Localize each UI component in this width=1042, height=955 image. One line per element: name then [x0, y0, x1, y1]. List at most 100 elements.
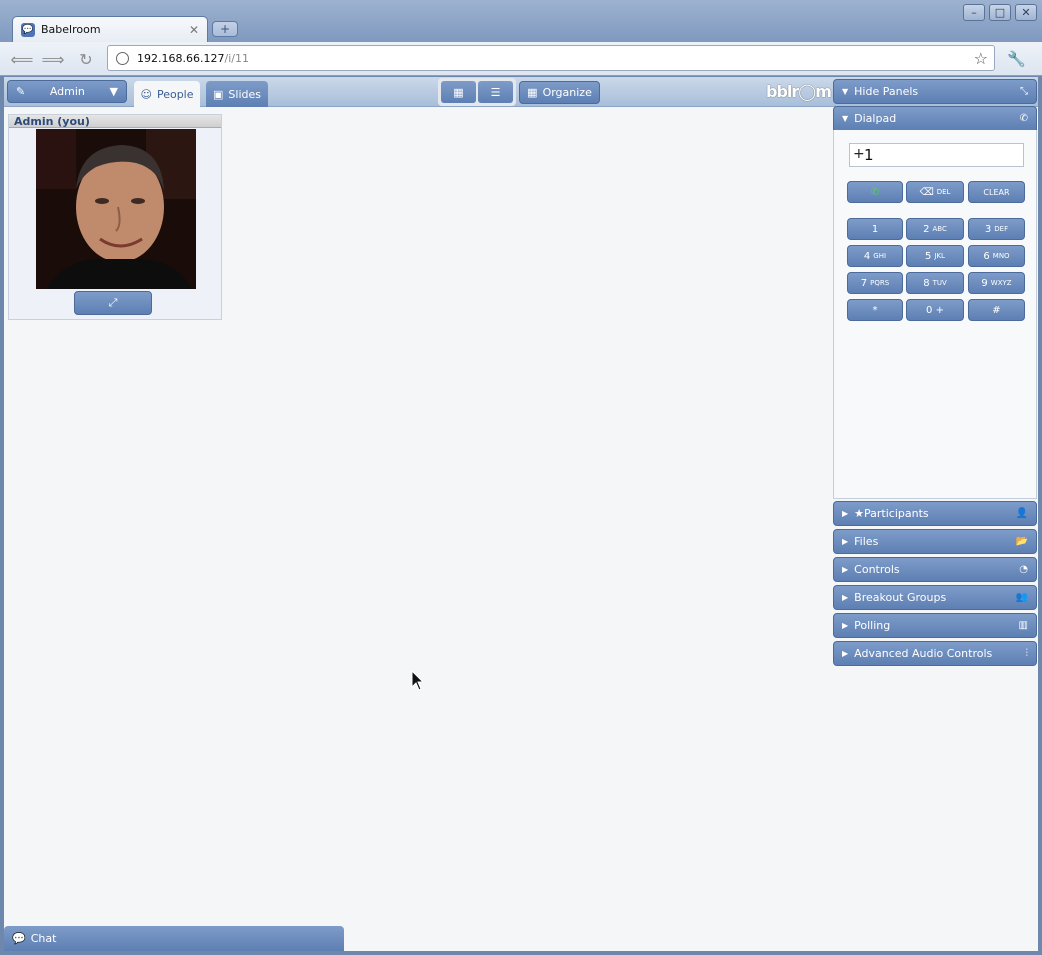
- call-button[interactable]: ✆: [847, 181, 903, 203]
- page-content: ✎ Admin ▼ ☺ People ▣ Slides ▦ ☰ ▦ Organi…: [4, 77, 1038, 951]
- dialpad-header[interactable]: ▼ Dialpad ✆: [833, 106, 1037, 131]
- dashboard-icon: ◔: [1019, 564, 1028, 575]
- dial-number-value: 1: [864, 146, 874, 164]
- sliders-icon: ⫶: [1025, 648, 1029, 659]
- maximize-button[interactable]: □: [989, 4, 1011, 21]
- forward-icon[interactable]: ⟹: [42, 49, 65, 69]
- participants-header[interactable]: ▶ ★Participants 👤: [833, 501, 1037, 526]
- new-tab-button[interactable]: +: [212, 21, 238, 37]
- reload-icon[interactable]: ↻: [75, 49, 97, 69]
- dialpad-panel: + 1 ✆ ⌫ DEL CLEAR 1 2 ABC 3 DEF 4 GHI 5 JKL 6 MNO 7…: [833, 130, 1037, 499]
- organize-grid-icon: ▦: [527, 86, 538, 99]
- organize-button[interactable]: ▦ Organize: [519, 81, 600, 104]
- dialpad-key[interactable]: 3 DEF: [968, 218, 1025, 240]
- dialpad-key-letters: TUV: [932, 279, 947, 287]
- grid-view-icon[interactable]: ▦: [441, 81, 476, 103]
- dialpad-label: Dialpad: [854, 112, 897, 125]
- dialpad-key[interactable]: 5 JKL: [906, 245, 964, 267]
- dialpad-key[interactable]: 9 WXYZ: [968, 272, 1025, 294]
- wrench-icon[interactable]: 🔧: [1007, 50, 1026, 68]
- tab-close-icon[interactable]: ✕: [189, 23, 199, 37]
- list-view-icon[interactable]: ☰: [478, 81, 513, 103]
- participants-label: Participants: [864, 507, 929, 520]
- dialpad-key-digit: *: [872, 304, 878, 316]
- participant-left-button[interactable]: [75, 292, 100, 314]
- polling-header[interactable]: ▶ Polling ▥: [833, 613, 1037, 638]
- clear-label: CLEAR: [983, 187, 1010, 197]
- browser-titlebar: 💬 Babelroom ✕ + – □ ✕: [0, 0, 1042, 42]
- dialpad-key-digit: 7: [860, 277, 868, 289]
- call-phone-icon: ✆: [870, 186, 880, 198]
- bar-chart-icon: ▥: [1018, 620, 1028, 631]
- dialpad-key-letters: GHI: [873, 252, 887, 260]
- backspace-icon: ⌫: [919, 186, 934, 198]
- dialpad-key[interactable]: 7 PQRS: [847, 272, 903, 294]
- phone-icon: ✆: [1019, 113, 1028, 124]
- tab-title: Babelroom: [41, 23, 101, 36]
- advanced-audio-label: Advanced Audio Controls: [854, 647, 993, 660]
- dialpad-key[interactable]: 0 +: [906, 299, 964, 321]
- url-host: 192.168.66.127: [137, 51, 225, 65]
- bookmark-star-icon[interactable]: ☆: [974, 49, 988, 68]
- url-path: /i/11: [224, 51, 249, 65]
- dialpad-key-digit: 3: [984, 223, 992, 235]
- dialpad-key[interactable]: 8 TUV: [906, 272, 964, 294]
- star-icon: ★: [854, 507, 865, 520]
- participant-video: [36, 129, 196, 289]
- person-icon: ☺: [140, 87, 152, 101]
- dialpad-key-letters: WXYZ: [990, 279, 1012, 287]
- caret-right-icon: ▶: [842, 649, 849, 658]
- participant-right-button[interactable]: [126, 292, 151, 314]
- dialpad-key-digit: 5: [925, 250, 932, 262]
- dial-number-input[interactable]: + 1: [849, 143, 1024, 167]
- dial-prefix: +: [853, 146, 865, 162]
- dialpad-key-digit: 8: [923, 277, 930, 289]
- advanced-audio-header[interactable]: ▶ Advanced Audio Controls ⫶: [833, 641, 1037, 666]
- admin-menu-label: Admin: [49, 85, 85, 98]
- tab-people[interactable]: ☺ People: [134, 81, 200, 107]
- tab-slides[interactable]: ▣ Slides: [206, 81, 268, 107]
- dialpad-key[interactable]: #: [968, 299, 1025, 321]
- delete-button[interactable]: ⌫ DEL: [906, 181, 964, 203]
- dialpad-key-digit: 6: [983, 250, 990, 262]
- address-bar[interactable]: o 192.168.66.127/i/11 ☆: [107, 45, 995, 71]
- caret-right-icon: ▶: [842, 593, 849, 602]
- files-header[interactable]: ▶ Files 📂: [833, 529, 1037, 554]
- dialpad-key[interactable]: 1: [847, 218, 903, 240]
- back-icon[interactable]: ⟸: [11, 49, 34, 69]
- tab-slides-label: Slides: [228, 87, 261, 101]
- controls-header[interactable]: ▶ Controls ◔: [833, 557, 1037, 582]
- hide-panels-header[interactable]: ▼ Hide Panels ⤡: [833, 79, 1037, 104]
- babelroom-logo: bblr◯m: [766, 82, 832, 101]
- chat-bubble-icon: 💬: [12, 932, 26, 945]
- organize-label: Organize: [542, 86, 592, 99]
- caret-right-icon: ▶: [842, 537, 849, 546]
- admin-menu-button[interactable]: ✎ Admin ▼: [7, 80, 127, 103]
- close-window-button[interactable]: ✕: [1015, 4, 1037, 21]
- mouse-cursor-icon: [411, 670, 425, 691]
- dialpad-key[interactable]: 6 MNO: [968, 245, 1025, 267]
- breakout-groups-header[interactable]: ▶ Breakout Groups 👥: [833, 585, 1037, 610]
- dialpad-key[interactable]: 2 ABC: [906, 218, 964, 240]
- hide-panels-label: Hide Panels: [854, 85, 919, 98]
- dialpad-key[interactable]: *: [847, 299, 903, 321]
- chat-bar[interactable]: 💬 Chat: [4, 926, 344, 951]
- dialpad-key-digit: 0 +: [926, 304, 944, 316]
- clear-button[interactable]: CLEAR: [968, 181, 1025, 203]
- tab-people-label: People: [156, 87, 194, 101]
- chat-label: Chat: [30, 932, 57, 945]
- fullscreen-icon[interactable]: ⤢: [100, 292, 125, 314]
- dialpad-key-letters: DEF: [994, 225, 1009, 233]
- dialpad-key-letters: MNO: [992, 252, 1010, 260]
- files-label: Files: [854, 535, 879, 548]
- polling-label: Polling: [854, 619, 891, 632]
- caret-down-icon: ▼: [842, 114, 849, 123]
- collapse-icon: ⤡: [1020, 86, 1028, 97]
- minimize-button[interactable]: –: [963, 4, 985, 21]
- browser-tab[interactable]: 💬 Babelroom ✕: [12, 16, 208, 42]
- dialpad-key[interactable]: 4 GHI: [847, 245, 903, 267]
- caret-right-icon: ▶: [842, 621, 849, 630]
- picture-icon: ▣: [213, 87, 224, 101]
- group-icon: 👥: [1015, 592, 1028, 603]
- dialpad-key-digit: 9: [981, 277, 988, 289]
